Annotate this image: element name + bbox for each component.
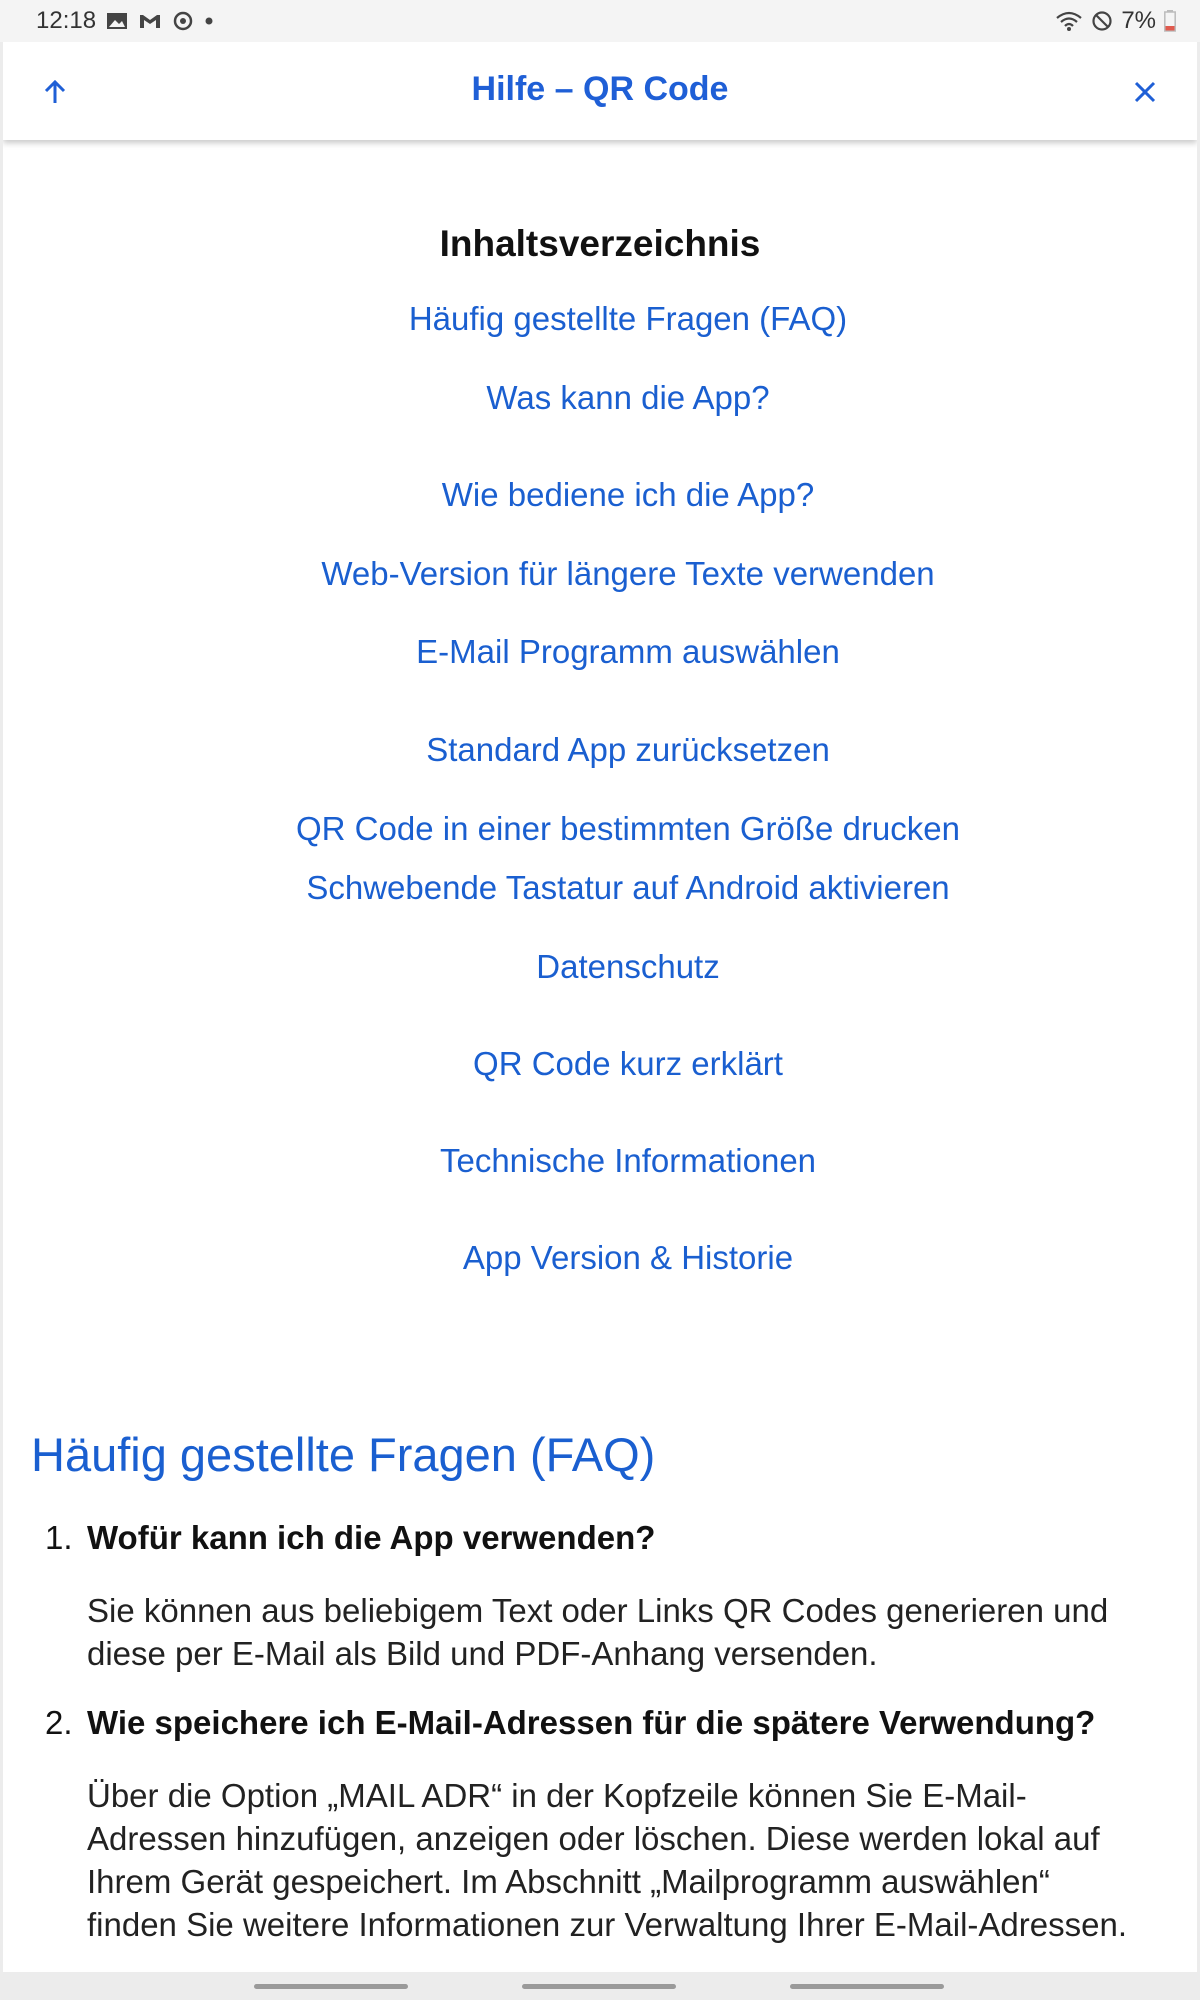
toc-heading: Inhaltsverzeichnis [439,223,761,264]
status-time: 12:18 [36,7,97,34]
nav-handle-left[interactable] [254,1984,408,1989]
toc-link-app-version[interactable]: App Version & Historie [3,1239,1197,1277]
toc-link-datenschutz[interactable]: Datenschutz [3,948,1197,986]
image-icon [106,11,128,31]
nav-handle-center[interactable] [522,1984,676,1989]
toc-link-qr-drucken[interactable]: QR Code in einer bestimmten Größe drucke… [3,810,1197,848]
toc-link-faq[interactable]: Häufig gestellte Fragen (FAQ) [3,300,1197,338]
battery-percent: 7% [1121,7,1156,34]
page-title: Hilfe – QR Code [471,70,729,108]
nav-handle-right[interactable] [790,1984,944,1989]
faq-number: 1. [45,1519,73,1556]
toc-link-qr-erklaert[interactable]: QR Code kurz erklärt [3,1045,1197,1083]
help-panel: Hilfe – QR Code Inhaltsverzeichnis Häufi… [3,42,1197,1972]
close-icon[interactable] [1121,68,1169,116]
dot-icon [204,16,214,26]
toc-link-technische-informationen[interactable]: Technische Informationen [3,1142,1197,1180]
toc-link-bedienung[interactable]: Wie bediene ich die App? [3,476,1197,514]
faq-number: 2. [45,1704,73,1741]
battery-icon [1164,10,1176,32]
faq-question: Wofür kann ich die App verwenden? [87,1519,656,1556]
top-app-bar: Hilfe – QR Code [3,42,1197,140]
faq-answer: Über die Option „MAIL ADR“ in der Kopfze… [87,1777,1127,1943]
wifi-icon [1055,10,1083,32]
toc-link-web-version[interactable]: Web-Version für längere Texte verwenden [3,555,1197,593]
sync-icon [172,10,194,32]
do-not-disturb-icon [1091,10,1113,32]
toc-link-schwebende-tastatur[interactable]: Schwebende Tastatur auf Android aktivier… [3,869,1197,907]
toc-link-was-kann-die-app[interactable]: Was kann die App? [3,379,1197,417]
faq-question: Wie speichere ich E-Mail-Adressen für di… [87,1704,1096,1741]
toc-link-standard-app[interactable]: Standard App zurücksetzen [3,731,1197,769]
faq-heading: Häufig gestellte Fragen (FAQ) [31,1428,656,1481]
faq-answer: Sie können aus beliebigem Text oder Link… [87,1592,1109,1672]
status-bar: 12:18 7% [0,0,1200,42]
gmail-icon [138,11,162,31]
toc-link-email-programm[interactable]: E-Mail Programm auswählen [3,633,1197,671]
navigation-bar [0,1972,1200,2000]
